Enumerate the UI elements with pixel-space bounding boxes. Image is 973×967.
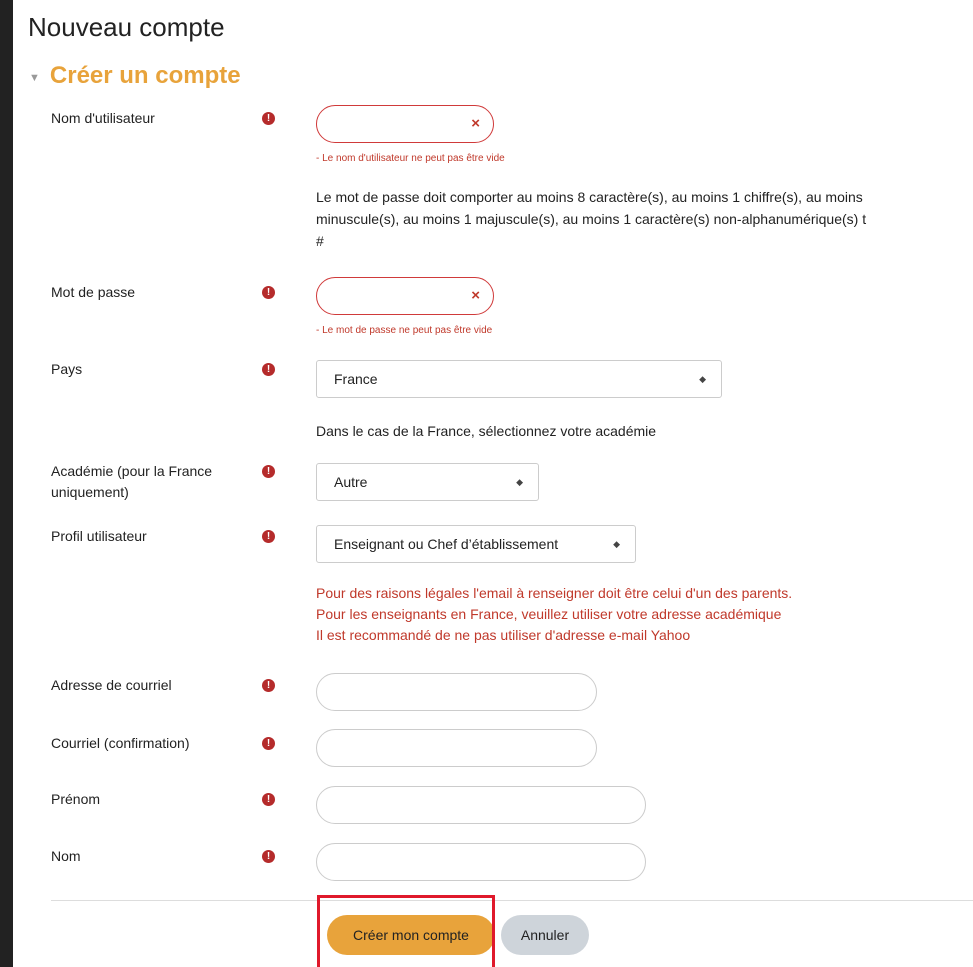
select-arrows-icon: ◆ bbox=[516, 477, 523, 487]
required-icon: ! bbox=[262, 679, 275, 692]
password-help: Le mot de passe doit comporter au moins … bbox=[316, 186, 866, 252]
academy-help: Dans le cas de la France, sélectionnez v… bbox=[316, 423, 657, 439]
required-icon: ! bbox=[262, 793, 275, 806]
academy-label-line: uniquement) bbox=[51, 484, 129, 500]
password-error: - Le mot de passe ne peut pas être vide bbox=[316, 325, 493, 336]
required-icon: ! bbox=[262, 363, 275, 376]
clear-icon[interactable]: × bbox=[471, 115, 480, 132]
email-confirm-label: Courriel (confirmation) bbox=[51, 735, 190, 751]
profile-selected: Enseignant ou Chef d’établissement bbox=[334, 536, 559, 552]
country-label: Pays bbox=[51, 361, 83, 377]
academy-selected: Autre bbox=[334, 474, 368, 490]
password-help-line: minuscule(s), au moins 1 majuscule(s), a… bbox=[316, 211, 867, 227]
collapse-caret-icon[interactable]: ▼ bbox=[29, 72, 40, 84]
form-divider bbox=[51, 900, 973, 901]
academy-label-line: Académie (pour la France bbox=[51, 463, 213, 479]
academy-select[interactable]: Autre ◆ bbox=[316, 463, 539, 501]
required-icon: ! bbox=[262, 850, 275, 863]
password-input[interactable]: × bbox=[316, 277, 494, 315]
academy-label: Académie (pour la France uniquement) bbox=[51, 461, 212, 503]
password-help-line: Le mot de passe doit comporter au moins … bbox=[316, 189, 863, 205]
password-help-line: # bbox=[316, 233, 324, 249]
country-selected: France bbox=[334, 371, 378, 387]
lastname-label: Nom bbox=[51, 848, 81, 864]
select-arrows-icon: ◆ bbox=[699, 374, 706, 384]
required-icon: ! bbox=[262, 286, 275, 299]
signup-page: Nouveau compte ▼ Créer un compte Nom d'u… bbox=[13, 0, 973, 967]
username-input[interactable]: × bbox=[316, 105, 494, 143]
email-label: Adresse de courriel bbox=[51, 677, 172, 693]
cancel-button[interactable]: Annuler bbox=[501, 915, 589, 955]
required-icon: ! bbox=[262, 465, 275, 478]
highlight-box bbox=[317, 895, 495, 967]
profile-select[interactable]: Enseignant ou Chef d’établissement ◆ bbox=[316, 525, 636, 563]
firstname-input[interactable] bbox=[316, 786, 646, 824]
email-warnings: Pour des raisons légales l'email à rense… bbox=[316, 583, 792, 646]
lastname-input[interactable] bbox=[316, 843, 646, 881]
firstname-label: Prénom bbox=[51, 791, 101, 807]
profile-label: Profil utilisateur bbox=[51, 528, 147, 544]
page-title: Nouveau compte bbox=[28, 12, 225, 42]
select-arrows-icon: ◆ bbox=[613, 539, 620, 549]
section-title: Créer un compte bbox=[49, 62, 241, 89]
email-confirm-input[interactable] bbox=[316, 729, 597, 767]
password-label: Mot de passe bbox=[51, 284, 136, 300]
email-input[interactable] bbox=[316, 673, 597, 711]
section-header[interactable]: ▼ Créer un compte bbox=[29, 62, 241, 90]
country-select[interactable]: France ◆ bbox=[316, 360, 722, 398]
clear-icon[interactable]: × bbox=[471, 287, 480, 304]
warning-line: Pour les enseignants en France, veuillez… bbox=[316, 606, 782, 622]
required-icon: ! bbox=[262, 112, 275, 125]
warning-line: Il est recommandé de ne pas utiliser d'a… bbox=[316, 627, 691, 643]
username-label: Nom d'utilisateur bbox=[51, 110, 155, 126]
required-icon: ! bbox=[262, 737, 275, 750]
required-icon: ! bbox=[262, 530, 275, 543]
warning-line: Pour des raisons légales l'email à rense… bbox=[316, 585, 793, 601]
username-error: - Le nom d'utilisateur ne peut pas être … bbox=[316, 153, 505, 164]
